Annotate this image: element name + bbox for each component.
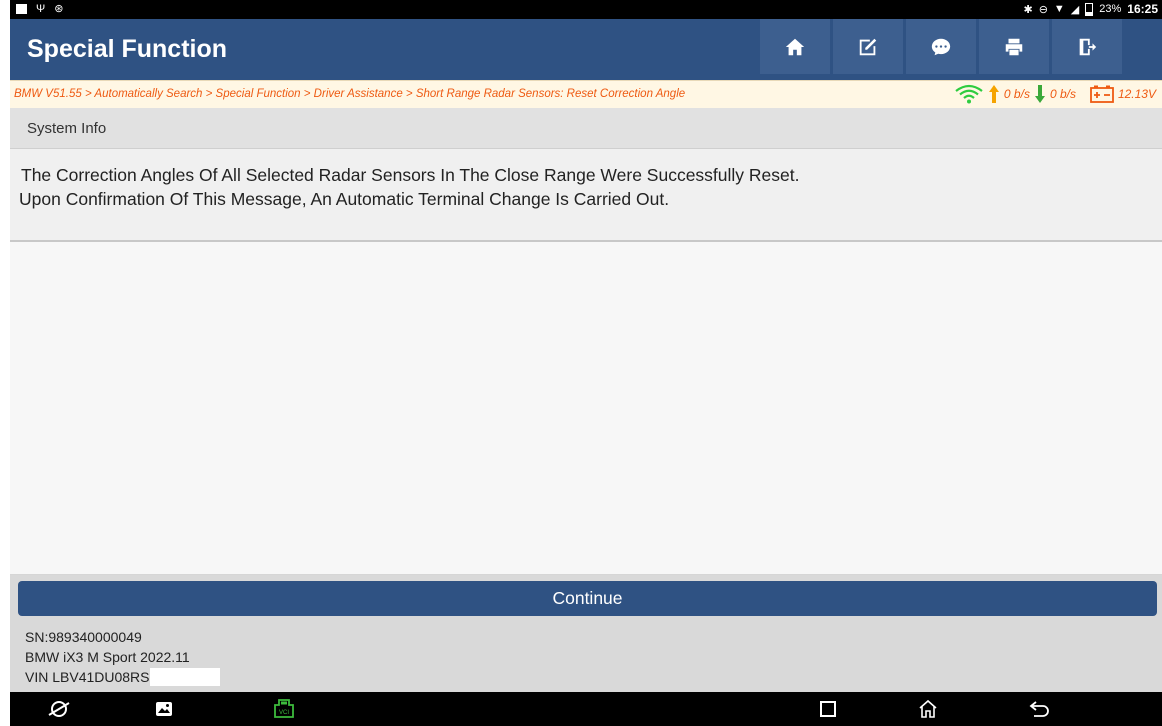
svg-text:VCI: VCI	[279, 710, 289, 716]
vci-button[interactable]: VCI	[272, 698, 296, 720]
continue-button[interactable]: Continue	[18, 581, 1157, 616]
status-bar: Ψ ⊛ ✱ ⊖ ▼ ◢ 23% 16:25	[10, 0, 1162, 19]
device-info: SN:989340000049 BMW iX3 M Sport 2022.11 …	[25, 627, 220, 687]
browser-button[interactable]	[47, 698, 71, 720]
footer-panel: Continue SN:989340000049 BMW iX3 M Sport…	[10, 575, 1162, 692]
download-arrow-icon	[1034, 85, 1045, 103]
home-icon	[785, 38, 805, 55]
gallery-notification-icon	[16, 3, 27, 14]
wifi-icon	[955, 84, 983, 104]
section-header: System Info	[10, 108, 1162, 149]
section-title: System Info	[27, 120, 107, 137]
clock: 16:25	[1127, 2, 1158, 16]
message-line-2: Upon Confirmation Of This Message, An Au…	[19, 189, 670, 209]
breadcrumb-bar: BMW V51.55 > Automatically Search > Spec…	[10, 80, 1162, 108]
app-header: Special Function	[10, 19, 1162, 80]
vin-redaction	[149, 668, 220, 686]
message-line-1: The Correction Angles Of All Selected Ra…	[21, 165, 800, 185]
vci-icon: VCI	[274, 699, 294, 718]
edit-button[interactable]	[833, 19, 903, 74]
dnd-icon: ⊖	[1038, 3, 1048, 16]
home-outline-icon	[919, 699, 937, 718]
wifi-status-icon: ▼	[1053, 3, 1065, 15]
exit-button[interactable]	[1052, 19, 1122, 74]
print-icon	[1005, 38, 1023, 55]
battery-percent: 23%	[1099, 3, 1122, 15]
navigation-bar: VCI	[10, 692, 1162, 726]
home-nav-button[interactable]	[916, 698, 940, 720]
upload-arrow-icon	[988, 85, 999, 103]
content-area	[10, 242, 1162, 574]
download-rate: 0 b/s	[1049, 87, 1076, 101]
upload-rate: 0 b/s	[1003, 87, 1030, 101]
recent-apps-button[interactable]	[816, 698, 840, 720]
page-title: Special Function	[27, 35, 228, 63]
chat-button[interactable]	[906, 19, 976, 74]
chat-icon	[931, 38, 951, 55]
message-panel: The Correction Angles Of All Selected Ra…	[10, 149, 1162, 242]
exit-icon	[1079, 38, 1097, 55]
usb-icon: Ψ	[36, 2, 46, 15]
gallery-button[interactable]	[152, 698, 176, 720]
orbit-icon	[48, 701, 70, 717]
edit-icon	[859, 38, 877, 55]
back-arrow-icon	[1029, 701, 1049, 717]
connection-status: 0 b/s 0 b/s 12.13V	[954, 84, 1156, 104]
image-icon	[156, 702, 172, 716]
back-button[interactable]	[1028, 698, 1052, 720]
settings-notification-icon: ⊛	[54, 3, 64, 15]
battery-voltage: 12.13V	[1117, 87, 1156, 101]
bluetooth-icon: ✱	[1023, 3, 1033, 16]
home-button[interactable]	[760, 19, 830, 74]
vin-number: VIN LBV41DU08RS	[25, 669, 150, 685]
print-button[interactable]	[979, 19, 1049, 74]
vehicle-model: BMW iX3 M Sport 2022.11	[25, 649, 190, 665]
battery-icon	[1085, 2, 1094, 16]
cell-signal-icon: ◢	[1070, 3, 1080, 16]
serial-number: SN:989340000049	[25, 629, 142, 645]
breadcrumb: BMW V51.55 > Automatically Search > Spec…	[14, 88, 686, 100]
battery-voltage-icon	[1090, 85, 1114, 103]
toolbar	[760, 19, 1122, 74]
square-icon	[820, 701, 836, 717]
